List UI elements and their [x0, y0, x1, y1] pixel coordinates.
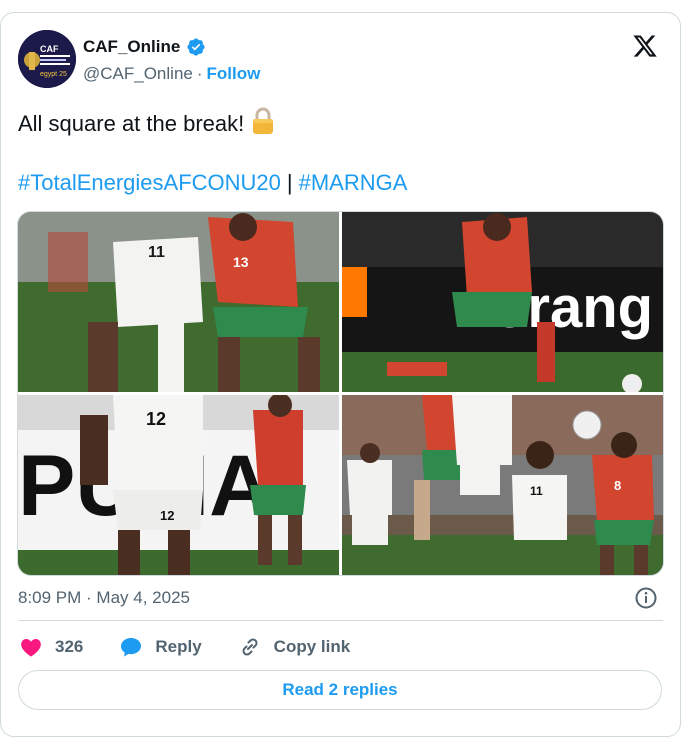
author-handle[interactable]: @CAF_Online — [83, 64, 193, 84]
media-grid: 11 13 orang 12 12 11 8 — [17, 211, 664, 576]
handle-separator: · — [196, 64, 203, 83]
photo-3[interactable]: PUMA 12 12 — [18, 395, 339, 575]
svg-text:egypt 25: egypt 25 — [40, 71, 67, 78]
svg-text:12: 12 — [146, 409, 166, 429]
hashtag-link[interactable]: #MARNGA — [299, 170, 408, 195]
copy-link-button[interactable]: Copy link — [238, 635, 351, 659]
reply-label: Reply — [155, 637, 202, 656]
like-button[interactable]: 326 — [19, 635, 83, 659]
author-handle-row: @CAF_Online · Follow — [83, 64, 260, 84]
hashtag-separator: | — [286, 170, 293, 195]
heart-icon — [21, 639, 41, 657]
photo-2[interactable]: orang — [342, 212, 663, 392]
svg-text:11: 11 — [530, 484, 543, 498]
tweet-text: All square at the break! — [18, 107, 658, 139]
svg-text:CAF: CAF — [40, 44, 59, 54]
link-icon — [242, 638, 258, 656]
action-bar: 326 Reply Copy link — [19, 635, 386, 659]
reply-button[interactable]: Reply — [119, 635, 202, 659]
tweet-card: CAF egypt 25 CAF_Online @CAF_Online · Fo… — [0, 12, 681, 737]
author-display-name[interactable]: CAF_Online — [83, 37, 180, 57]
photo-1[interactable]: 11 13 — [18, 212, 339, 392]
lock-icon — [253, 107, 274, 134]
copy-link-label: Copy link — [273, 637, 351, 656]
author-name-row: CAF_Online — [83, 37, 206, 57]
avatar[interactable]: CAF egypt 25 — [18, 30, 76, 88]
x-logo-icon[interactable] — [632, 33, 658, 59]
tweet-body: All square at the break! — [18, 111, 245, 136]
info-icon[interactable] — [634, 586, 658, 610]
divider — [18, 620, 663, 621]
follow-button[interactable]: Follow — [207, 64, 261, 84]
verified-badge-icon — [187, 38, 205, 56]
svg-text:11: 11 — [148, 244, 165, 261]
photo-4[interactable]: 11 8 — [342, 395, 663, 575]
like-count: 326 — [55, 637, 84, 656]
read-replies-button[interactable]: Read 2 replies — [18, 670, 662, 710]
hashtag-row: #TotalEnergiesAFCONU20 | #MARNGA — [18, 168, 407, 198]
svg-text:12: 12 — [160, 508, 174, 523]
hashtag-link[interactable]: #TotalEnergiesAFCONU20 — [18, 170, 281, 195]
tweet-timestamp[interactable]: 8:09 PM · May 4, 2025 — [18, 588, 190, 608]
svg-text:13: 13 — [233, 254, 249, 270]
svg-text:8: 8 — [614, 478, 621, 493]
reply-bubble-icon — [121, 638, 142, 657]
